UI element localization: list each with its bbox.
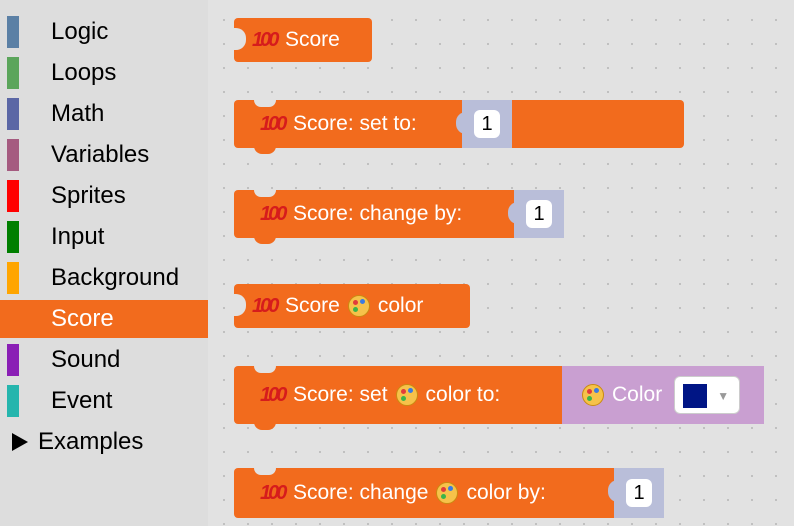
block-label: Score: set [293,383,388,406]
hundred-points-icon: 100 [260,113,287,135]
palette-icon [395,384,418,406]
category-input[interactable]: Input [0,218,208,256]
score-set-block[interactable]: 100 Score: set to: 1 [234,100,684,154]
category-label: Logic [51,18,109,45]
block-label: Score [285,294,340,317]
category-color-swatch [7,221,19,253]
category-label: Loops [51,59,117,86]
category-math[interactable]: Math [0,95,208,133]
block-label: Score: change [293,481,429,504]
category-label: Background [51,264,180,291]
block-label: color [377,294,424,317]
previous-connector [254,468,276,475]
category-label: Variables [51,141,150,168]
palette-icon [347,295,370,317]
input-connector [608,480,622,502]
hundred-points-icon: 100 [260,384,287,406]
previous-connector [254,190,276,197]
category-loops[interactable]: Loops [0,54,208,92]
hundred-points-icon: 100 [252,29,279,51]
category-label: Input [51,223,105,250]
category-variables[interactable]: Variables [0,136,208,174]
category-label: Event [51,387,113,414]
category-sound[interactable]: Sound [0,341,208,379]
category-color-swatch [7,385,19,417]
category-label: Sound [51,346,121,373]
previous-connector [254,366,276,373]
output-connector [234,28,246,50]
category-color-swatch [7,344,19,376]
color-input-socket[interactable]: Color ▼ [562,366,764,424]
hundred-points-icon: 100 [252,295,279,317]
category-color-swatch [7,57,19,89]
score-color-reporter-block[interactable]: 100 Score color [234,284,470,328]
category-color-swatch [7,16,19,48]
category-color-swatch [7,98,19,130]
score-change-block[interactable]: 100 Score: change by: 1 [234,190,564,244]
category-examples[interactable]: Examples [0,423,208,461]
next-connector [254,422,276,430]
next-connector [254,236,276,244]
category-score[interactable]: Score [0,300,208,338]
category-label: Examples [38,428,144,455]
color-picker-dropdown[interactable]: ▼ [674,376,741,414]
input-connector [508,202,522,224]
output-connector [234,294,246,316]
category-logic[interactable]: Logic [0,13,208,51]
number-input-socket[interactable]: 1 [508,190,564,238]
block-label: Score [285,28,340,51]
block-label: Score: change by: [293,202,463,225]
expand-triangle-icon[interactable] [12,433,28,451]
hundred-points-icon: 100 [260,482,287,504]
next-connector [254,146,276,154]
block-label: Score: set to: [293,112,417,135]
previous-connector [254,100,276,107]
category-event[interactable]: Event [0,382,208,420]
input-connector [456,112,470,134]
score-change-color-block[interactable]: 100 Score: change color by: 1 [234,468,664,518]
selected-color-swatch [683,384,708,408]
number-field[interactable]: 1 [474,110,500,138]
category-label: Sprites [51,182,126,209]
hundred-points-icon: 100 [260,203,287,225]
number-field[interactable]: 1 [626,479,652,507]
number-input-socket[interactable]: 1 [608,468,664,518]
score-set-color-block[interactable]: 100 Score: set color to: Color ▼ [234,366,764,430]
category-background[interactable]: Background [0,259,208,297]
category-sprites[interactable]: Sprites [0,177,208,215]
category-color-swatch [7,139,19,171]
block-flyout: 100 Score 100 Score: set to: 1 100 Score… [208,0,794,526]
category-color-swatch [7,303,19,335]
score-reporter-block[interactable]: 100 Score [234,18,372,62]
chevron-down-icon: ▼ [717,389,730,403]
block-label: color to: [425,383,501,406]
palette-icon [582,384,604,406]
category-color-swatch [7,262,19,294]
number-input-socket[interactable]: 1 [456,100,512,148]
category-label: Score [51,305,114,332]
category-color-swatch [7,180,19,212]
category-label: Math [51,100,105,127]
color-socket-label: Color [612,383,663,406]
toolbox: Logic Loops Math Variables Sprites Input… [0,0,208,526]
palette-icon [436,482,459,504]
block-label: color by: [466,481,546,504]
number-field[interactable]: 1 [526,200,552,228]
